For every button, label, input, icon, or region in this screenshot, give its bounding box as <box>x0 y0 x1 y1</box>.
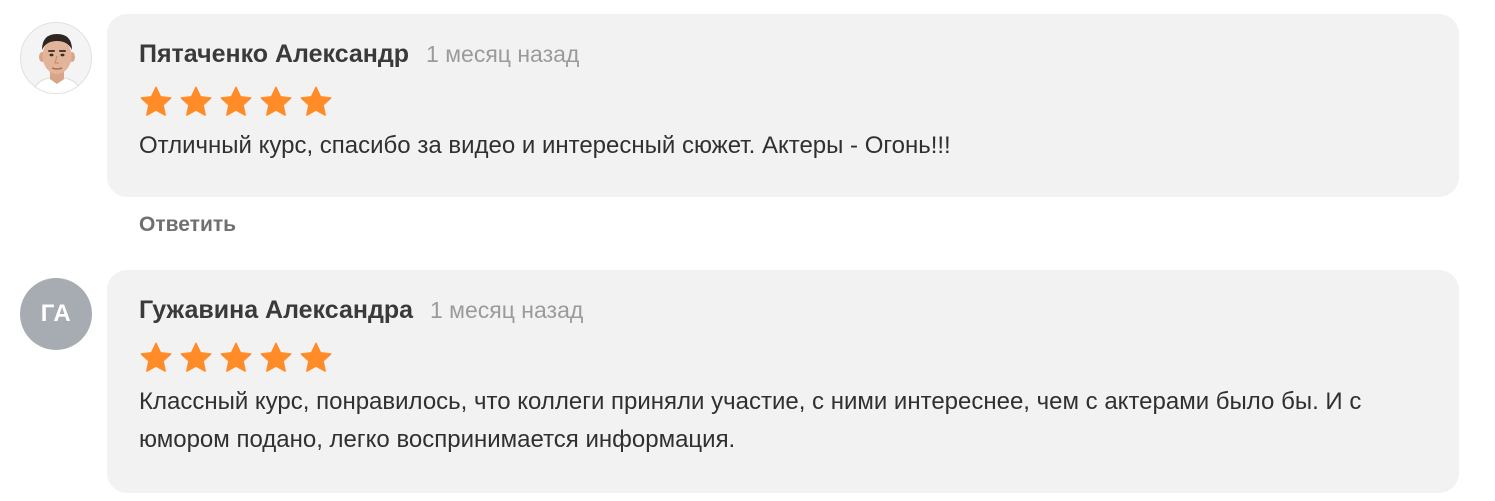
avatar[interactable] <box>20 22 92 94</box>
review-time: 1 месяц назад <box>430 297 584 323</box>
star-icon <box>140 342 172 372</box>
author-name[interactable]: Гужавина Александра <box>139 296 413 325</box>
star-icon <box>180 342 212 372</box>
review-header: Гужавина Александра 1 месяц назад <box>139 296 1427 332</box>
user-photo-icon <box>21 23 91 93</box>
star-icon <box>180 86 212 116</box>
reply-button[interactable]: Ответить <box>139 213 236 237</box>
rating-stars <box>139 338 1427 378</box>
star-icon <box>220 342 252 372</box>
review-time: 1 месяц назад <box>426 41 580 67</box>
star-icon <box>220 86 252 116</box>
review-header: Пятаченко Александр 1 месяц назад <box>139 40 1427 76</box>
star-icon <box>300 86 332 116</box>
star-icon <box>300 342 332 372</box>
review-text: Отличный курс, спасибо за видео и интере… <box>139 132 951 159</box>
author-name[interactable]: Пятаченко Александр <box>139 40 409 69</box>
review-text: Классный курс, понравилось, что коллеги … <box>139 388 1362 453</box>
review-bubble: Гужавина Александра 1 месяц назад Классн… <box>107 270 1459 493</box>
star-icon <box>260 86 292 116</box>
rating-stars <box>139 82 1427 122</box>
avatar[interactable]: ГА <box>20 278 92 350</box>
review-bubble: Пятаченко Александр 1 месяц назад Отличн… <box>107 14 1459 197</box>
star-icon <box>260 342 292 372</box>
star-icon <box>140 86 172 116</box>
